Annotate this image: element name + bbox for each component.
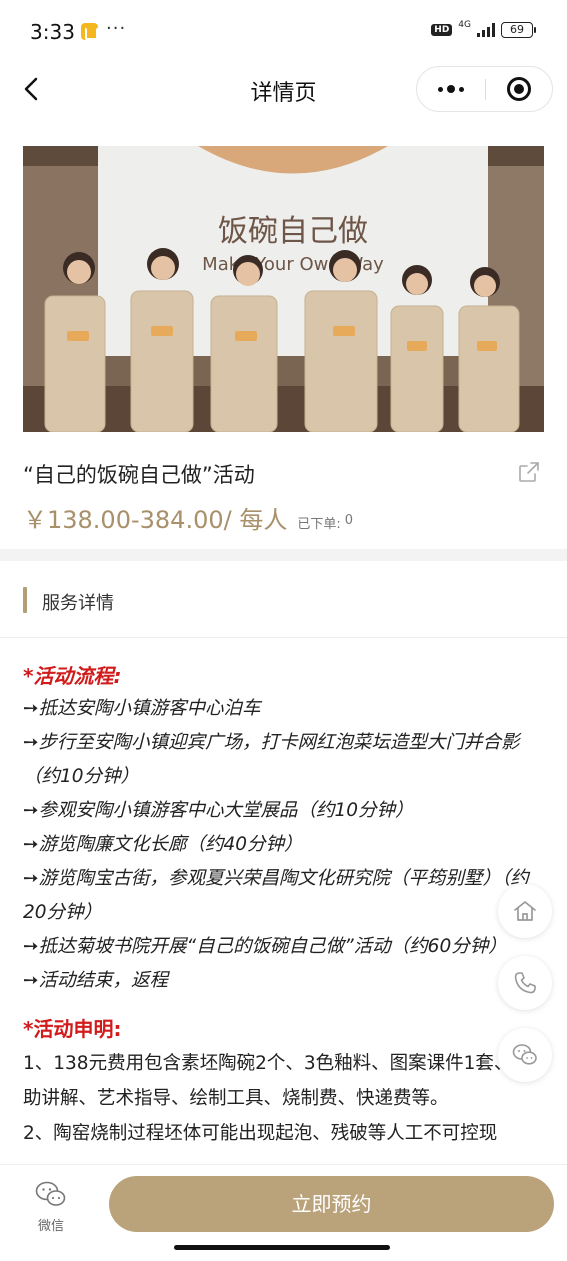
product-title: “自己的饭碗自己做”活动 — [23, 463, 255, 487]
order-count-value: 0 — [344, 513, 353, 528]
section-accent-bar — [23, 587, 27, 613]
notification-app-icon — [81, 23, 98, 40]
close-mini-program-button[interactable] — [486, 67, 552, 111]
flow-item: ➙游览陶廉文化长廊（约40分钟） — [23, 834, 303, 855]
navigation-bar: 详情页 — [0, 62, 567, 118]
price: ￥138.00-384.00/ 每人 — [23, 506, 288, 534]
share-icon[interactable] — [517, 460, 541, 484]
home-icon — [514, 901, 536, 921]
network-label: 4G — [458, 20, 471, 30]
flow-heading: *活动流程: — [23, 664, 122, 688]
service-details: *活动流程: ➙抵达安陶小镇游客中心泊车 ➙步行至安陶小镇迎宾广场，打卡网红泡菜… — [23, 660, 545, 1151]
order-count: 已下单: 0 — [297, 513, 353, 532]
battery-icon: 69 — [501, 22, 536, 38]
notice-list: 1、138元费用包含素坯陶碗2个、3色釉料、图案课件1套、辅助讲解、艺术指导、绘… — [23, 1046, 545, 1151]
wechat-icon — [35, 1181, 66, 1206]
home-button[interactable] — [498, 884, 552, 938]
chat-button[interactable] — [498, 1028, 552, 1082]
price-line: ￥138.00-384.00/ 每人 已下单: 0 — [23, 500, 353, 535]
section-title: 服务详情 — [42, 593, 114, 614]
phone-icon — [514, 972, 536, 994]
section-divider — [0, 549, 567, 561]
more-menu-button[interactable] — [417, 67, 485, 111]
status-bar: 3:33 ··· HD 4G 69 — [0, 0, 567, 62]
flow-item: ➙参观安陶小镇游客中心大堂展品（约10分钟） — [23, 800, 414, 821]
bottom-action-bar: 微信 立即预约 — [0, 1164, 567, 1261]
book-now-button[interactable]: 立即预约 — [109, 1176, 554, 1232]
status-indicators: HD 4G 69 — [431, 20, 536, 38]
flow-item: ➙步行至安陶小镇迎宾广场，打卡网红泡菜坛造型大门并合影 （约10分钟） — [23, 732, 520, 787]
mini-program-capsule — [416, 66, 553, 112]
status-time: 3:33 — [30, 20, 75, 44]
signal-icon — [477, 23, 495, 37]
notice-heading: *活动申明: — [23, 1017, 122, 1041]
more-notifications-icon: ··· — [106, 18, 127, 39]
banner-title: 饭碗自己做 — [218, 214, 368, 249]
hero-photo[interactable]: 饭碗自己做 Make Your Own Way — [23, 146, 544, 432]
target-icon — [507, 77, 531, 101]
flow-item: ➙游览陶宝古街，参观夏兴荣昌陶文化研究院（平筠别墅）（约20分钟） — [23, 868, 529, 923]
notice-item: 2、陶窑烧制过程坯体可能出现起泡、残破等人工不可控现 — [23, 1123, 498, 1144]
notice-item: 1、138元费用包含素坯陶碗2个、3色釉料、图案课件1套、辅助讲解、艺术指导、绘… — [23, 1053, 531, 1109]
section-header: 服务详情 — [0, 561, 567, 638]
wechat-label: 微信 — [37, 1219, 64, 1234]
home-indicator — [174, 1245, 390, 1250]
flow-item: ➙抵达安陶小镇游客中心泊车 — [23, 698, 261, 719]
hd-badge: HD — [431, 24, 453, 36]
wechat-icon — [512, 1044, 537, 1065]
order-count-label: 已下单: — [297, 517, 341, 532]
wechat-contact-button[interactable]: 微信 — [24, 1179, 78, 1239]
flow-list: ➙抵达安陶小镇游客中心泊车 ➙步行至安陶小镇迎宾广场，打卡网红泡菜坛造型大门并合… — [23, 692, 545, 998]
flow-item: ➙活动结束，返程 — [23, 970, 169, 991]
phone-button[interactable] — [498, 956, 552, 1010]
group-photo-illustration: 饭碗自己做 Make Your Own Way — [23, 146, 544, 432]
flow-item: ➙抵达菊坡书院开展“自己的饭碗自己做”活动（约60分钟） — [23, 936, 507, 957]
